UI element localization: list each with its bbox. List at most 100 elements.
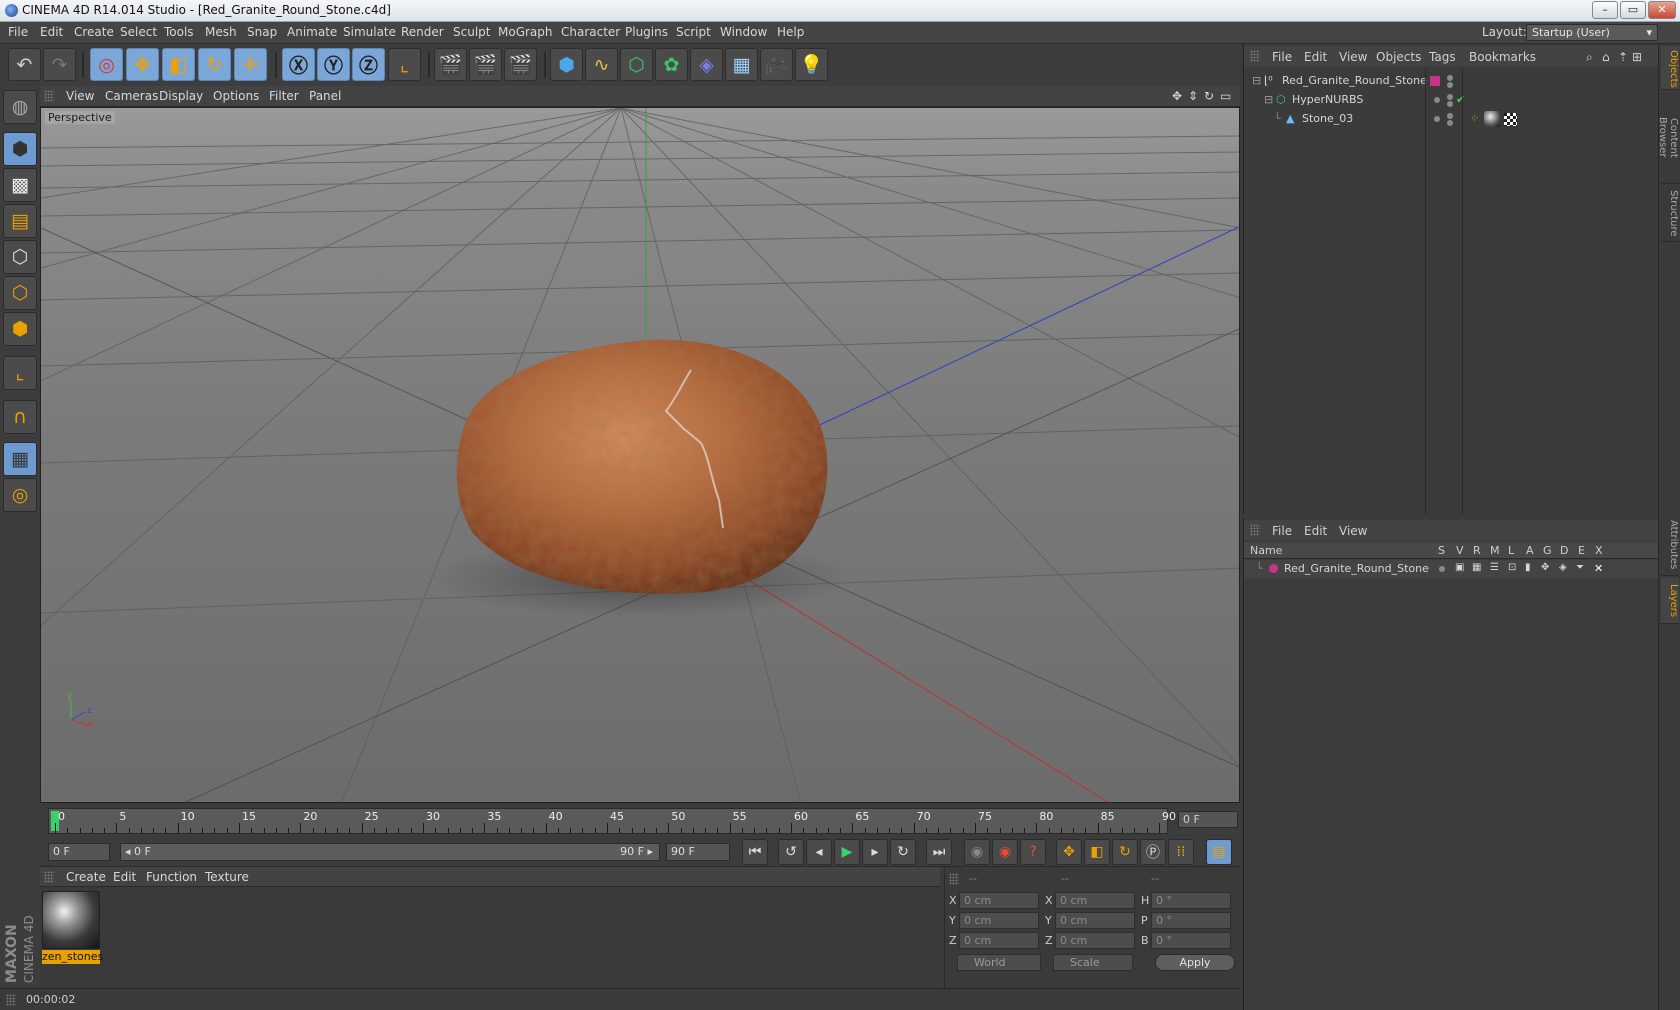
- current-frame-field[interactable]: 0 F: [1178, 811, 1238, 828]
- move-icon[interactable]: ✥: [126, 48, 159, 81]
- object-menu-bookmarks[interactable]: Bookmarks: [1469, 50, 1536, 64]
- workplane-mode-icon[interactable]: ▤: [3, 204, 37, 238]
- tab-objects[interactable]: Objects: [1661, 46, 1679, 90]
- layer-row[interactable]: └ Red_Granite_Round_Stone ▣ ▦ ☰ ⊡ ▮ ✥ ◈ …: [1244, 560, 1659, 578]
- expand-icon[interactable]: ⊟: [1264, 93, 1273, 106]
- next-keyframe-icon[interactable]: ↻: [890, 839, 916, 865]
- object-name[interactable]: Stone_03: [1302, 112, 1353, 125]
- layer-menu-file[interactable]: File: [1272, 524, 1292, 538]
- cube-primitive-icon[interactable]: ⬢: [550, 48, 583, 81]
- viewport-menu-view[interactable]: View: [66, 89, 94, 103]
- timeline-bar[interactable]: 0 5 10 15 20 25 30 35 40 45 50 55 60 65 70 75 80 85 90: [48, 808, 1176, 834]
- object-menu-file[interactable]: File: [1272, 50, 1292, 64]
- menu-mesh[interactable]: Mesh: [205, 25, 237, 39]
- apply-button[interactable]: Apply: [1155, 954, 1235, 971]
- goto-start-icon[interactable]: ⏮: [742, 839, 768, 865]
- rot-b-field[interactable]: 0 °: [1151, 932, 1231, 949]
- phong-tag-icon[interactable]: ⁘: [1470, 112, 1479, 125]
- menu-tools[interactable]: Tools: [164, 25, 194, 39]
- snap-magnet-icon[interactable]: ∩: [3, 400, 37, 434]
- object-up-icon[interactable]: ⇡: [1618, 50, 1628, 64]
- layer-animation-icon[interactable]: ▮: [1525, 562, 1531, 573]
- key-scale-icon[interactable]: ◧: [1084, 839, 1110, 865]
- viewport-toggle-icon[interactable]: ▭: [1220, 89, 1231, 103]
- object-menu-objects[interactable]: Objects: [1376, 50, 1421, 64]
- layout-select[interactable]: Startup (User): [1526, 24, 1658, 41]
- y-axis-lock-icon[interactable]: Ⓨ: [317, 48, 350, 81]
- close-button[interactable]: ✕: [1648, 1, 1676, 19]
- perspective-viewport[interactable]: Perspective y z x: [40, 107, 1240, 803]
- object-menu-view[interactable]: View: [1339, 50, 1367, 64]
- undo-icon[interactable]: ↶: [8, 48, 41, 81]
- timeline-window-icon[interactable]: ▤: [1206, 839, 1232, 865]
- object-new-window-icon[interactable]: ⊞: [1632, 50, 1642, 64]
- material-menu-edit[interactable]: Edit: [113, 870, 136, 884]
- viewport-menu-options[interactable]: Options: [213, 89, 259, 103]
- redo-icon[interactable]: ↷: [43, 48, 76, 81]
- key-rotation-icon[interactable]: ↻: [1112, 839, 1138, 865]
- scale-icon[interactable]: ◧: [162, 48, 195, 81]
- expand-icon[interactable]: ⊟: [1252, 74, 1261, 87]
- goto-end-icon[interactable]: ⏭: [926, 839, 952, 865]
- play-icon[interactable]: ▶: [834, 839, 860, 865]
- layer-dot-icon[interactable]: [1434, 116, 1440, 122]
- material-thumbnail[interactable]: [42, 891, 100, 949]
- enabled-check-icon[interactable]: ✔: [1456, 93, 1465, 106]
- texture-mode-icon[interactable]: ▩: [3, 168, 37, 202]
- model-mode-icon[interactable]: ⬢: [3, 132, 37, 166]
- render-view-icon[interactable]: 🎬: [434, 48, 467, 81]
- layer-xref-icon[interactable]: ✕: [1594, 562, 1603, 575]
- pos-z-field[interactable]: 0 cm: [959, 932, 1039, 949]
- material-tag-icon[interactable]: [1484, 111, 1500, 127]
- object-row[interactable]: ⊟ ⌊⁰ Red_Granite_Round_Stone: [1244, 72, 1659, 91]
- pos-y-field[interactable]: 0 cm: [959, 912, 1039, 929]
- coordinate-system-icon[interactable]: ⌞: [388, 48, 421, 81]
- spline-icon[interactable]: ∿: [585, 48, 618, 81]
- layer-generators-icon[interactable]: ✥: [1541, 562, 1549, 573]
- key-parameter-icon[interactable]: Ⓟ: [1140, 839, 1166, 865]
- floor-icon[interactable]: ▦: [725, 48, 758, 81]
- key-position-icon[interactable]: ✥: [1056, 839, 1082, 865]
- size-y-field[interactable]: 0 cm: [1055, 912, 1135, 929]
- planar-workplane-icon[interactable]: ◎: [3, 478, 37, 512]
- preview-range-slider[interactable]: ◂ 0 F 90 F ▸: [120, 843, 660, 861]
- recent-tool-icon[interactable]: ✛: [234, 48, 267, 81]
- live-selection-icon[interactable]: ◎: [90, 48, 123, 81]
- previous-keyframe-icon[interactable]: ↺: [778, 839, 804, 865]
- object-home-icon[interactable]: ⌂: [1602, 50, 1610, 64]
- viewport-menu-panel[interactable]: Panel: [309, 89, 341, 103]
- rot-p-field[interactable]: 0 °: [1151, 912, 1231, 929]
- workplane-lock-icon[interactable]: ▦: [3, 442, 37, 476]
- size-x-field[interactable]: 0 cm: [1055, 892, 1135, 909]
- layer-lock-icon[interactable]: ⊡: [1508, 562, 1516, 573]
- layer-render-icon[interactable]: ▦: [1472, 562, 1481, 573]
- next-frame-icon[interactable]: ▸: [862, 839, 888, 865]
- x-axis-lock-icon[interactable]: Ⓧ: [282, 48, 315, 81]
- previous-frame-icon[interactable]: ◂: [806, 839, 832, 865]
- render-visibility-icon[interactable]: [1447, 120, 1453, 126]
- minimize-button[interactable]: –: [1592, 1, 1618, 19]
- polygons-mode-icon[interactable]: ⬢: [3, 312, 37, 346]
- start-frame-field[interactable]: 0 F: [48, 843, 110, 861]
- light-icon[interactable]: 💡: [795, 48, 828, 81]
- material-name[interactable]: zen_stones: [42, 950, 103, 964]
- layer-menu-view[interactable]: View: [1339, 524, 1367, 538]
- viewport-rotate-icon[interactable]: ↻: [1204, 89, 1214, 103]
- menu-animate[interactable]: Animate: [287, 25, 337, 39]
- render-visibility-icon[interactable]: [1447, 82, 1453, 88]
- pos-x-field[interactable]: 0 cm: [959, 892, 1039, 909]
- nurbs-icon[interactable]: ⬡: [620, 48, 653, 81]
- layer-color-icon[interactable]: [1269, 564, 1278, 573]
- material-menu-function[interactable]: Function: [146, 870, 197, 884]
- menu-window[interactable]: Window: [720, 25, 767, 39]
- layer-dot-icon[interactable]: [1434, 97, 1440, 103]
- menu-simulate[interactable]: Simulate: [343, 25, 396, 39]
- layer-deformers-icon[interactable]: ◈: [1559, 562, 1567, 573]
- object-row[interactable]: ⊟ ⬡ HyperNURBS ✔: [1244, 91, 1659, 110]
- axis-mode-icon[interactable]: ⌞: [3, 356, 37, 390]
- deformer-icon[interactable]: ◈: [690, 48, 723, 81]
- layer-menu-edit[interactable]: Edit: [1304, 524, 1327, 538]
- end-frame-field[interactable]: 90 F: [666, 843, 730, 861]
- menu-render[interactable]: Render: [401, 25, 444, 39]
- layer-color-icon[interactable]: [1430, 76, 1440, 86]
